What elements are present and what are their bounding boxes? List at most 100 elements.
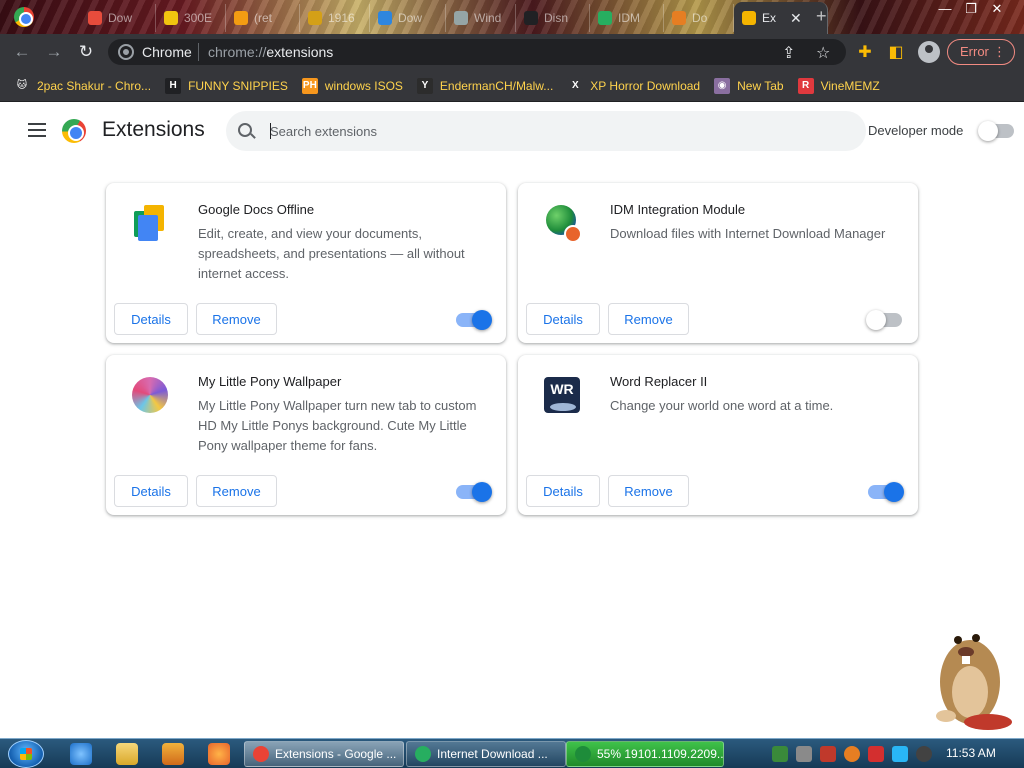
extension-card: My Little Pony Wallpaper My Little Pony W… — [106, 355, 506, 515]
back-arrow-icon[interactable]: ← — [12, 42, 32, 62]
tray-app-icon[interactable] — [796, 746, 812, 762]
bookmark-item[interactable]: 🐱 2pac Shakur - Chro... — [14, 77, 151, 94]
close-tab-icon[interactable]: ✕ — [790, 10, 802, 27]
browser-tab[interactable]: Wind — [446, 4, 516, 32]
extension-card: IDM Integration Module Download files wit… — [518, 183, 918, 343]
task-label: 55% 19101.1109.2209.... — [597, 747, 724, 761]
internet-explorer-icon[interactable] — [70, 743, 92, 765]
close-window-button[interactable]: ✕ — [984, 0, 1010, 18]
hamburger-menu-icon[interactable] — [28, 123, 46, 137]
tray-volume-icon[interactable] — [916, 746, 932, 762]
side-panel-icon[interactable]: ◧ — [886, 42, 906, 62]
tab-strip: Dow 300E (ret 1916 Dow Wind Disn IDM Do Ex ✕ + — ❐… — [0, 0, 1024, 34]
extension-description: Download files with Internet Download Ma… — [610, 226, 886, 241]
browser-tab[interactable]: 1916 — [300, 4, 370, 32]
tab-label: 300E — [184, 11, 213, 25]
share-icon[interactable]: ⇪ — [782, 43, 795, 63]
bookmark-label: XP Horror Download — [590, 78, 701, 93]
minimize-button[interactable]: — — [932, 0, 958, 18]
taskbar-task-button[interactable]: Extensions - Google ... — [244, 741, 404, 767]
bookmark-item[interactable]: Y EndermanCH/Malw... — [416, 77, 553, 94]
tray-flag-icon[interactable] — [868, 746, 884, 762]
tray-vivaldi-icon[interactable] — [820, 746, 836, 762]
bookmark-star-icon[interactable]: ☆ — [816, 43, 830, 63]
bookmark-item[interactable]: PH windows ISOS — [301, 77, 403, 94]
tab-label: 1916 — [328, 11, 355, 25]
browser-tab[interactable]: Dow — [370, 4, 446, 32]
idm-icon — [544, 205, 582, 243]
remove-button[interactable]: Remove — [608, 475, 689, 507]
browser-tab[interactable]: Ex ✕ — [734, 2, 828, 34]
browser-toolbar: ← → ↻ Chrome chrome://extensions ⇪ ☆ ✚ ◧… — [0, 34, 1024, 70]
browser-tab[interactable]: Dow — [80, 4, 156, 32]
chrome-logo-icon — [62, 119, 86, 143]
details-button[interactable]: Details — [526, 475, 600, 507]
omnibox-divider — [198, 43, 199, 61]
developer-mode-toggle[interactable] — [978, 121, 1014, 141]
bookmark-favicon-icon: 🐱 — [14, 77, 30, 94]
bookmark-item[interactable]: R VineMEMZ — [797, 77, 880, 94]
extension-enable-toggle[interactable] — [866, 310, 902, 330]
bookmark-favicon-icon: Y — [416, 77, 433, 94]
tab-favicon-icon — [672, 11, 686, 25]
taskbar-task-button[interactable]: Internet Download ... — [406, 741, 566, 767]
remove-button[interactable]: Remove — [196, 475, 277, 507]
extension-enable-toggle[interactable] — [456, 310, 492, 330]
details-button[interactable]: Details — [114, 475, 188, 507]
task-app-icon — [415, 746, 431, 762]
forward-arrow-icon[interactable]: → — [44, 42, 64, 62]
media-player-icon[interactable] — [162, 743, 184, 765]
tab-label: (ret — [254, 11, 272, 25]
bookmark-item[interactable]: X XP Horror Download — [567, 77, 701, 94]
browser-tab[interactable]: 300E — [156, 4, 226, 32]
bookmarks-bar: 🐱 2pac Shakur - Chro... H FUNNY SNIPPIES PH w… — [0, 70, 1024, 102]
tab-label: Dow — [398, 11, 423, 25]
browser-tab[interactable]: IDM — [590, 4, 664, 32]
file-explorer-icon[interactable] — [116, 743, 138, 765]
tray-network-icon[interactable] — [772, 746, 788, 762]
taskbar-task-button[interactable]: 55% 19101.1109.2209.... — [566, 741, 724, 767]
tray-monitor-icon[interactable] — [892, 746, 908, 762]
profile-avatar[interactable] — [918, 41, 940, 63]
bookmark-label: windows ISOS — [324, 78, 403, 93]
reload-icon[interactable]: ↻ — [76, 42, 96, 62]
error-button[interactable]: Error ⋮ — [947, 39, 1015, 65]
task-label: Internet Download ... — [437, 747, 548, 761]
chrome-site-icon — [118, 44, 134, 60]
extension-card: WR Word Replacer II Change your world one … — [518, 355, 918, 515]
browser-tab[interactable]: Disn — [516, 4, 590, 32]
search-box[interactable] — [226, 111, 866, 151]
details-button[interactable]: Details — [114, 303, 188, 335]
search-input[interactable] — [270, 121, 830, 141]
paint-icon[interactable] — [208, 743, 230, 765]
extension-enable-toggle[interactable] — [868, 482, 904, 502]
address-bar[interactable]: Chrome chrome://extensions ⇪ ☆ — [108, 39, 846, 65]
extension-enable-toggle[interactable] — [456, 482, 492, 502]
site-label: Chrome — [142, 44, 192, 60]
developer-mode-label: Developer mode — [868, 123, 964, 138]
extensions-header: Extensions Developer mode — [0, 102, 1024, 160]
bookmark-favicon-icon: PH — [301, 77, 318, 94]
details-button[interactable]: Details — [526, 303, 600, 335]
extensions-puzzle-icon[interactable]: ✚ — [855, 42, 875, 62]
tab-favicon-icon — [88, 11, 102, 25]
remove-button[interactable]: Remove — [608, 303, 689, 335]
bookmark-item[interactable]: ◉ New Tab — [714, 77, 784, 94]
tab-label: Dow — [108, 11, 133, 25]
tab-label: Disn — [544, 11, 569, 25]
remove-button[interactable]: Remove — [196, 303, 277, 335]
new-tab-button[interactable]: + — [816, 6, 827, 27]
tray-search-icon[interactable] — [844, 746, 860, 762]
bookmark-item[interactable]: H FUNNY SNIPPIES — [165, 77, 288, 94]
task-app-icon — [575, 746, 591, 762]
extension-name: Word Replacer II — [610, 374, 708, 389]
restore-button[interactable]: ❐ — [958, 0, 984, 18]
url-text[interactable]: chrome://extensions — [208, 44, 333, 60]
start-button[interactable] — [8, 740, 44, 768]
browser-tab[interactable]: (ret — [226, 4, 300, 32]
tab-favicon-icon — [742, 11, 756, 25]
taskbar-clock[interactable]: 11:53 AM — [946, 746, 996, 760]
word-replacer-icon: WR — [544, 377, 580, 413]
tab-favicon-icon — [454, 11, 468, 25]
browser-tab[interactable]: Do — [664, 4, 734, 32]
